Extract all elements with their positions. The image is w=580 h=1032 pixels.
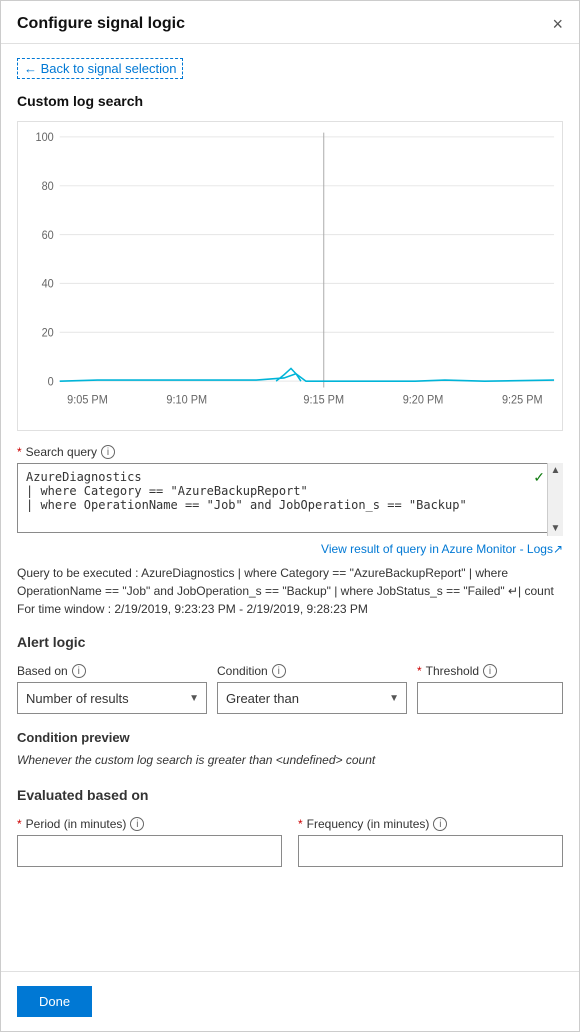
query-info-text: Query to be executed : AzureDiagnostics … xyxy=(17,564,563,618)
based-on-group: Based on i Number of results Metric meas… xyxy=(17,664,207,714)
condition-label: Condition i xyxy=(217,664,407,678)
condition-select-wrapper: Greater than Less than Equal to ▼ xyxy=(217,682,407,714)
chart-svg: 100 80 60 40 20 0 9:05 PM 9:10 PM 9:15 P… xyxy=(18,122,562,430)
modal-footer: Done xyxy=(1,971,579,1031)
alert-logic-form-row: Based on i Number of results Metric meas… xyxy=(17,664,563,714)
svg-text:80: 80 xyxy=(42,181,54,193)
svg-text:9:05 PM: 9:05 PM xyxy=(67,394,108,406)
svg-text:9:10 PM: 9:10 PM xyxy=(166,394,207,406)
svg-text:40: 40 xyxy=(42,278,54,290)
scroll-down-arrow[interactable]: ▼ xyxy=(549,521,563,536)
threshold-label: * Threshold i xyxy=(417,664,563,678)
query-valid-checkmark: ✓ xyxy=(533,469,545,486)
condition-select[interactable]: Greater than Less than Equal to xyxy=(217,682,407,714)
svg-text:60: 60 xyxy=(42,230,54,242)
svg-text:9:25 PM: 9:25 PM xyxy=(502,394,543,406)
search-query-input[interactable]: AzureDiagnostics | where Category == "Az… xyxy=(17,463,563,533)
condition-preview-title: Condition preview xyxy=(17,730,563,745)
period-info-icon: i xyxy=(130,817,144,831)
based-on-select[interactable]: Number of results Metric measurement xyxy=(17,682,207,714)
period-label: * Period (in minutes) i xyxy=(17,817,282,831)
search-query-info-icon: i xyxy=(101,445,115,459)
svg-text:9:20 PM: 9:20 PM xyxy=(403,394,444,406)
alert-logic-title: Alert logic xyxy=(17,634,563,650)
frequency-group: * Frequency (in minutes) i 5 xyxy=(298,817,563,867)
close-button[interactable]: × xyxy=(552,15,563,33)
period-input[interactable]: 5 xyxy=(17,835,282,867)
chart-area: 100 80 60 40 20 0 9:05 PM 9:10 PM 9:15 P… xyxy=(17,121,563,431)
condition-preview-text: Whenever the custom log search is greate… xyxy=(17,753,563,767)
evaluated-based-on-title: Evaluated based on xyxy=(17,787,563,803)
svg-text:9:15 PM: 9:15 PM xyxy=(303,394,344,406)
frequency-input[interactable]: 5 xyxy=(298,835,563,867)
svg-text:20: 20 xyxy=(42,327,54,339)
condition-group: Condition i Greater than Less than Equal… xyxy=(217,664,407,714)
section-title: Custom log search xyxy=(17,93,563,109)
frequency-label: * Frequency (in minutes) i xyxy=(298,817,563,831)
view-query-link[interactable]: View result of query in Azure Monitor - … xyxy=(17,542,563,556)
threshold-input[interactable] xyxy=(417,682,563,714)
query-scrollbar[interactable]: ▲ ▼ xyxy=(547,463,563,536)
back-to-signal-link[interactable]: ← Back to signal selection xyxy=(17,58,183,79)
based-on-label: Based on i xyxy=(17,664,207,678)
threshold-info-icon: i xyxy=(483,664,497,678)
modal-title: Configure signal logic xyxy=(17,15,185,33)
scroll-up-arrow[interactable]: ▲ xyxy=(549,463,563,478)
period-group: * Period (in minutes) i 5 xyxy=(17,817,282,867)
condition-info-icon: i xyxy=(272,664,286,678)
done-button[interactable]: Done xyxy=(17,986,92,1017)
search-query-label: * Search query i xyxy=(17,445,563,459)
based-on-info-icon: i xyxy=(72,664,86,678)
evaluated-form-row: * Period (in minutes) i 5 * Frequency (i… xyxy=(17,817,563,867)
svg-text:100: 100 xyxy=(36,132,54,144)
based-on-select-wrapper: Number of results Metric measurement ▼ xyxy=(17,682,207,714)
query-box-wrapper: AzureDiagnostics | where Category == "Az… xyxy=(17,463,563,536)
threshold-group: * Threshold i xyxy=(417,664,563,714)
svg-text:0: 0 xyxy=(48,376,54,388)
frequency-info-icon: i xyxy=(433,817,447,831)
